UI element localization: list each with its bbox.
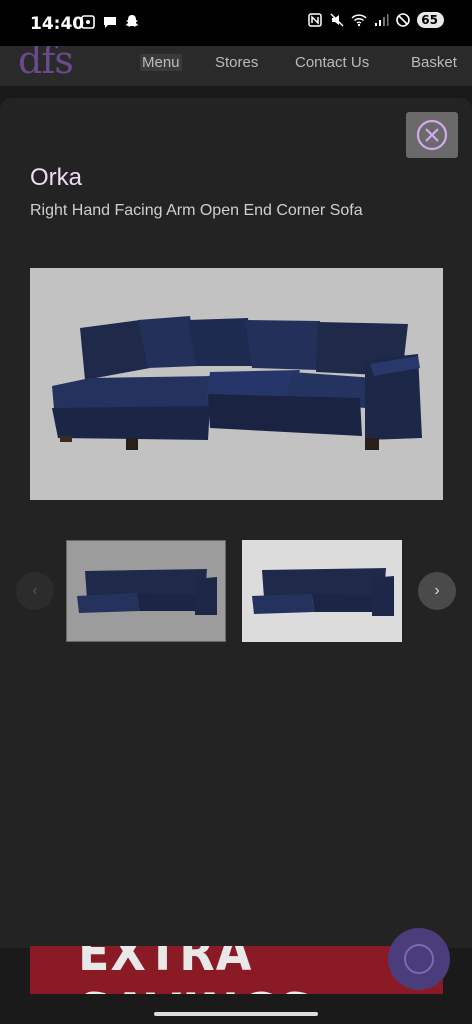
- nfc-icon: [308, 13, 323, 27]
- product-subtitle: Right Hand Facing Arm Open End Corner So…: [30, 202, 363, 219]
- main-product-image[interactable]: [30, 268, 443, 500]
- thumbnail-1[interactable]: [66, 540, 226, 642]
- thumbnail-strip: [66, 540, 406, 642]
- next-image-button[interactable]: ›: [418, 572, 456, 610]
- status-bar: 14:40 65: [0, 0, 472, 46]
- close-button[interactable]: [406, 112, 458, 158]
- home-indicator[interactable]: [154, 1012, 318, 1016]
- status-time: 14:40: [30, 14, 85, 34]
- chat-icon: [104, 17, 116, 28]
- nav-basket[interactable]: Basket: [411, 54, 457, 71]
- nav-menu[interactable]: Menu: [140, 54, 182, 71]
- chat-bubble-icon: [404, 944, 434, 974]
- chat-button[interactable]: [388, 928, 450, 990]
- product-title: Orka: [30, 164, 83, 191]
- snapchat-icon: [125, 15, 139, 27]
- sofa-thumbnail-image: [252, 568, 394, 616]
- notification-icons: [80, 14, 140, 30]
- dnd-icon: [396, 13, 411, 27]
- previous-image-button[interactable]: ‹: [16, 572, 54, 610]
- product-gallery-modal: Orka Right Hand Facing Arm Open End Corn…: [0, 98, 472, 948]
- thumbnail-2[interactable]: [242, 540, 402, 642]
- chevron-right-icon: ›: [434, 582, 440, 599]
- promo-banner[interactable]: EXTRA SAVINGS: [30, 946, 443, 994]
- close-icon: [416, 119, 448, 151]
- chevron-left-icon: ‹: [32, 582, 38, 599]
- screenshot-icon: [81, 15, 95, 29]
- battery-indicator: 65: [417, 12, 444, 28]
- corner-sofa-image: [52, 316, 422, 450]
- signal-icon: [375, 14, 389, 26]
- wifi-icon: [351, 14, 367, 27]
- nav-contact-us[interactable]: Contact Us: [295, 54, 369, 71]
- sofa-thumbnail-image: [77, 569, 217, 615]
- mute-icon: [330, 13, 344, 27]
- nav-stores[interactable]: Stores: [215, 54, 258, 71]
- system-icons: 65: [307, 12, 444, 28]
